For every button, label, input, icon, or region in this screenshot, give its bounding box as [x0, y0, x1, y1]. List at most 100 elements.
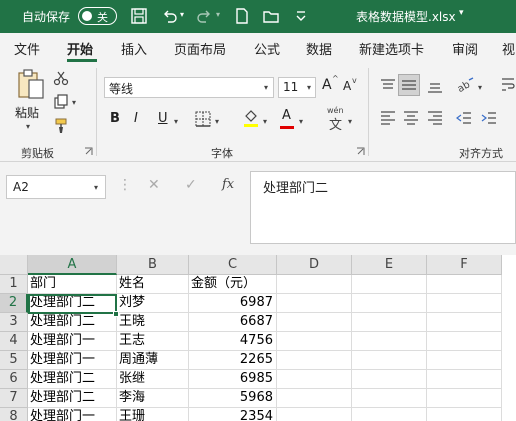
- table-cell[interactable]: [427, 294, 502, 313]
- table-cell[interactable]: 姓名: [117, 275, 189, 294]
- decrease-indent-icon[interactable]: [455, 110, 473, 126]
- align-center-icon[interactable]: [402, 110, 420, 126]
- table-cell[interactable]: [352, 389, 427, 408]
- table-cell[interactable]: 6987: [189, 294, 277, 313]
- tab-view[interactable]: 视: [502, 39, 515, 58]
- table-cell[interactable]: [427, 275, 502, 294]
- redo-dropdown-icon[interactable]: ▾: [216, 10, 220, 19]
- table-cell[interactable]: 金额（元）: [189, 275, 277, 294]
- table-cell[interactable]: 6985: [189, 370, 277, 389]
- table-cell[interactable]: [352, 351, 427, 370]
- copy-icon[interactable]: [53, 94, 69, 110]
- table-cell[interactable]: 刘梦: [117, 294, 189, 313]
- font-color-button[interactable]: A: [282, 108, 291, 123]
- format-painter-icon[interactable]: [53, 118, 69, 134]
- table-cell[interactable]: [277, 389, 352, 408]
- name-box-dropdown-icon[interactable]: ▾: [94, 183, 98, 192]
- row-header[interactable]: 5: [0, 351, 28, 370]
- table-cell[interactable]: 周通薄: [117, 351, 189, 370]
- table-cell[interactable]: [277, 351, 352, 370]
- table-cell[interactable]: 处理部门一: [28, 408, 117, 421]
- paste-label[interactable]: 粘贴: [15, 104, 39, 121]
- select-all-button[interactable]: [0, 255, 28, 275]
- tab-new-tab[interactable]: 新建选项卡: [359, 39, 424, 58]
- customize-toolbar-icon[interactable]: [292, 7, 310, 25]
- table-cell[interactable]: 王晓: [117, 313, 189, 332]
- table-cell[interactable]: [352, 332, 427, 351]
- table-cell[interactable]: [352, 370, 427, 389]
- table-cell[interactable]: 王志: [117, 332, 189, 351]
- table-cell[interactable]: [427, 332, 502, 351]
- font-color-dropdown-icon[interactable]: ▾: [299, 117, 303, 126]
- borders-dropdown-icon[interactable]: ▾: [215, 117, 219, 126]
- table-cell[interactable]: [427, 351, 502, 370]
- tab-page-layout[interactable]: 页面布局: [174, 39, 226, 58]
- title-dropdown-icon[interactable]: ▾: [459, 8, 464, 18]
- paste-icon[interactable]: [16, 68, 46, 102]
- table-cell[interactable]: [427, 389, 502, 408]
- underline-button[interactable]: U: [158, 111, 168, 126]
- formula-input[interactable]: 处理部门二: [250, 171, 516, 244]
- fill-handle[interactable]: [113, 311, 119, 317]
- table-cell[interactable]: 张继: [117, 370, 189, 389]
- bold-button[interactable]: B: [110, 111, 120, 126]
- table-cell[interactable]: 4756: [189, 332, 277, 351]
- table-cell[interactable]: [352, 313, 427, 332]
- table-cell[interactable]: [352, 275, 427, 294]
- file-title[interactable]: 表格数据模型.xlsx: [356, 8, 456, 25]
- row-header[interactable]: 7: [0, 389, 28, 408]
- table-cell[interactable]: [352, 408, 427, 421]
- table-cell[interactable]: 部门: [28, 275, 117, 294]
- save-icon[interactable]: [130, 7, 148, 25]
- table-cell[interactable]: 2354: [189, 408, 277, 421]
- table-cell[interactable]: 处理部门二: [28, 313, 117, 332]
- italic-button[interactable]: I: [134, 111, 138, 126]
- column-header-e[interactable]: E: [352, 255, 427, 275]
- table-cell[interactable]: [427, 408, 502, 421]
- column-header-d[interactable]: D: [277, 255, 352, 275]
- row-header[interactable]: 6: [0, 370, 28, 389]
- fill-color-icon[interactable]: [242, 108, 260, 128]
- table-cell[interactable]: 处理部门一: [28, 351, 117, 370]
- table-cell[interactable]: [352, 294, 427, 313]
- table-cell[interactable]: 处理部门二: [28, 294, 117, 313]
- tab-formulas[interactable]: 公式: [254, 39, 280, 58]
- shrink-font-button[interactable]: A: [343, 79, 351, 93]
- align-left-icon[interactable]: [379, 110, 397, 126]
- row-header[interactable]: 3: [0, 313, 28, 332]
- bottom-align-icon[interactable]: [426, 78, 444, 94]
- middle-align-button[interactable]: [398, 74, 420, 96]
- clipboard-launcher-icon[interactable]: [84, 147, 93, 156]
- top-align-icon[interactable]: [379, 78, 397, 94]
- underline-dropdown-icon[interactable]: ▾: [174, 117, 178, 126]
- fill-color-dropdown-icon[interactable]: ▾: [263, 117, 267, 126]
- grow-font-button[interactable]: A: [322, 77, 332, 93]
- table-cell[interactable]: [427, 370, 502, 389]
- undo-dropdown-icon[interactable]: ▾: [180, 10, 184, 19]
- row-header[interactable]: 1: [0, 275, 28, 294]
- align-right-icon[interactable]: [426, 110, 444, 126]
- table-cell[interactable]: [277, 332, 352, 351]
- undo-icon[interactable]: [160, 7, 178, 25]
- tab-file[interactable]: 文件: [14, 39, 40, 58]
- font-name-select[interactable]: 等线: [104, 77, 274, 98]
- column-header-a[interactable]: A: [28, 255, 117, 275]
- row-header[interactable]: 4: [0, 332, 28, 351]
- tab-review[interactable]: 审阅: [452, 39, 478, 58]
- column-header-b[interactable]: B: [117, 255, 189, 275]
- column-header-c[interactable]: C: [189, 255, 277, 275]
- worksheet-grid[interactable]: ABCDEF 1 部门 姓名 金额（元） 2 处理部门二 刘梦 6987 3 处理部门二 王晓 668…: [0, 255, 516, 421]
- table-cell[interactable]: 2265: [189, 351, 277, 370]
- column-header-f[interactable]: F: [427, 255, 502, 275]
- cut-icon[interactable]: [53, 70, 69, 86]
- copy-dropdown-icon[interactable]: ▾: [72, 98, 76, 107]
- tab-insert[interactable]: 插入: [121, 39, 147, 58]
- borders-icon[interactable]: [194, 110, 212, 128]
- orientation-dropdown-icon[interactable]: ▾: [478, 83, 482, 92]
- phonetic-guide-icon[interactable]: 文: [329, 114, 342, 133]
- row-header[interactable]: 8: [0, 408, 28, 421]
- enter-icon[interactable]: ✓: [185, 177, 197, 193]
- table-cell[interactable]: 处理部门一: [28, 332, 117, 351]
- table-cell[interactable]: 6687: [189, 313, 277, 332]
- insert-function-icon[interactable]: fx: [222, 177, 234, 192]
